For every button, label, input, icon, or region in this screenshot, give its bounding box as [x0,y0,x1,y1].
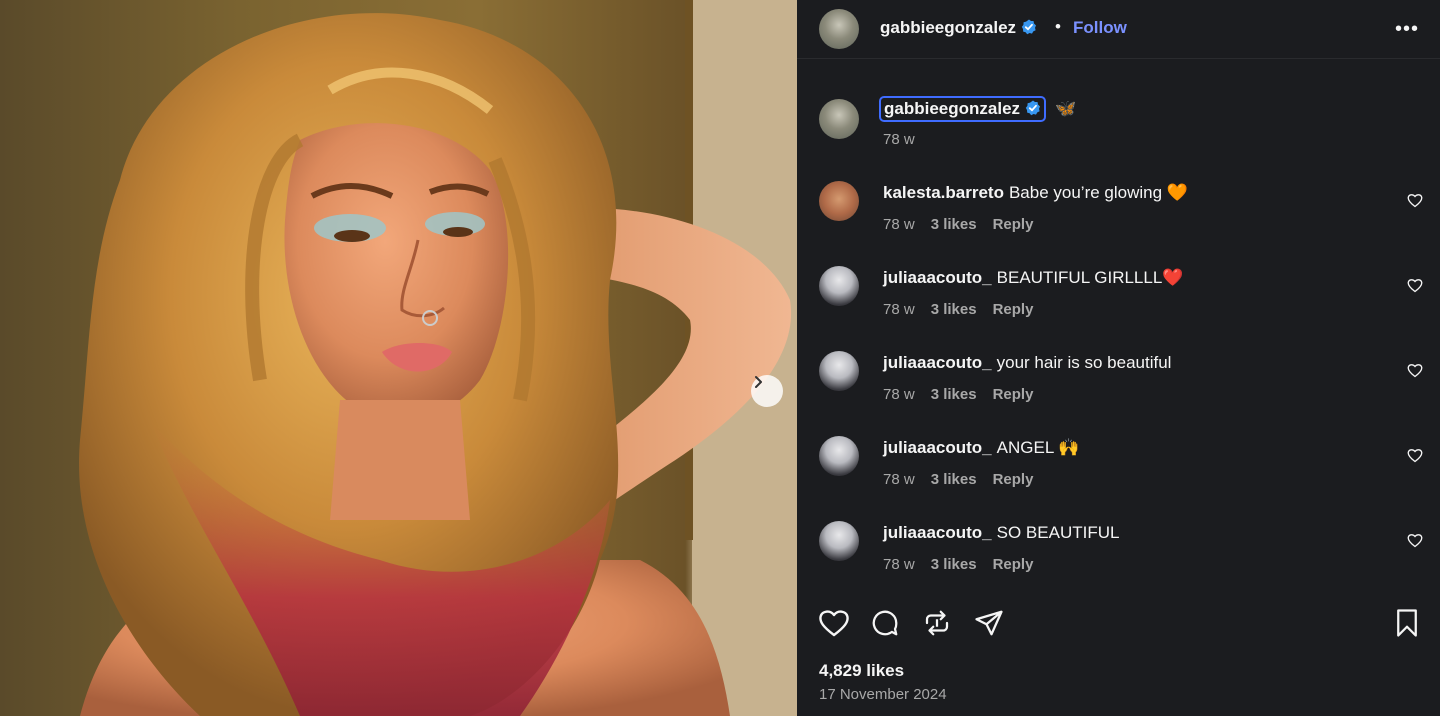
likes-count[interactable]: 4,829 likes [819,661,904,681]
comment-item: juliaaacouto_ SO BEAUTIFUL [883,523,1119,543]
comment-meta: 78 w 3 likes Reply [883,556,1049,573]
comment-avatar[interactable] [819,351,859,391]
comment-item: juliaaacouto_ BEAUTIFUL GIRLLLL❤️ [883,268,1183,288]
comment-body: your hair is so beautiful [996,353,1172,372]
comment-username[interactable]: juliaaacouto_ [883,523,992,542]
comment-body: SO BEAUTIFUL [996,523,1120,542]
comment-avatar[interactable] [819,266,859,306]
reply-button[interactable]: Reply [993,471,1034,488]
follow-button[interactable]: Follow [1073,18,1127,38]
action-bar [797,600,1440,640]
comment-username[interactable]: juliaaacouto_ [883,268,992,287]
post-photo[interactable] [0,0,797,716]
reply-button[interactable]: Reply [993,556,1034,573]
comment-likes[interactable]: 3 likes [931,386,977,403]
bookmark-icon[interactable] [1394,608,1420,638]
comment-likes[interactable]: 3 likes [931,216,977,233]
comment-username[interactable]: kalesta.barreto [883,183,1004,202]
separator-dot: • [1055,17,1061,36]
heart-icon[interactable] [818,608,850,638]
reply-button[interactable]: Reply [993,386,1034,403]
comment-username[interactable]: juliaaacouto_ [883,438,992,457]
author-username[interactable]: gabbieegonzalez [880,18,1037,38]
comment-like-icon[interactable] [1407,363,1423,378]
chevron-right-icon [755,376,762,388]
comment-age: 78 w [883,301,915,318]
comment-item: kalesta.barreto Babe you’re glowing 🧡 [883,183,1188,203]
caption-username-text: gabbieegonzalez [884,99,1021,118]
comment-age: 78 w [883,471,915,488]
more-options-icon[interactable]: ••• [1395,18,1419,41]
caption-avatar[interactable] [819,99,859,139]
avatar[interactable] [819,9,859,49]
comment-age: 78 w [883,216,915,233]
post-sidebar: gabbieegonzalez • Follow ••• gabbieegonz… [797,0,1440,716]
comment-avatar[interactable] [819,181,859,221]
comment-body: Babe you’re glowing 🧡 [1008,183,1188,202]
comment-body: BEAUTIFUL GIRLLLL❤️ [996,268,1184,287]
repost-icon[interactable] [922,608,952,638]
verified-badge-icon [1025,100,1041,116]
comment-age: 78 w [883,386,915,403]
comment-like-icon[interactable] [1407,193,1423,208]
caption-username[interactable]: gabbieegonzalez [878,96,1047,122]
comment-item: juliaaacouto_ your hair is so beautiful [883,353,1171,373]
comment-username[interactable]: juliaaacouto_ [883,353,992,372]
portrait-illustration [79,0,797,716]
reply-button[interactable]: Reply [993,301,1034,318]
caption-timestamp: 78 w [883,131,915,148]
comment-meta: 78 w 3 likes Reply [883,471,1049,488]
comment-avatar[interactable] [819,521,859,561]
comment-avatar[interactable] [819,436,859,476]
share-icon[interactable] [974,608,1004,638]
next-image-button[interactable] [751,375,783,407]
comment-meta: 78 w 3 likes Reply [883,216,1049,233]
comment-like-icon[interactable] [1407,278,1423,293]
comment-likes[interactable]: 3 likes [931,471,977,488]
comment-body: ANGEL 🙌 [996,438,1080,457]
post-header: gabbieegonzalez • Follow ••• [797,0,1440,59]
post-date: 17 November 2024 [819,686,947,703]
comment-age: 78 w [883,556,915,573]
comment-like-icon[interactable] [1407,533,1423,548]
caption-emoji: 🦋 [1055,99,1077,118]
comment-icon[interactable] [870,608,900,638]
reply-button[interactable]: Reply [993,216,1034,233]
verified-badge-icon [1021,19,1037,35]
comment-like-icon[interactable] [1407,448,1423,463]
comment-item: juliaaacouto_ ANGEL 🙌 [883,438,1080,458]
comment-likes[interactable]: 3 likes [931,556,977,573]
comment-meta: 78 w 3 likes Reply [883,386,1049,403]
comment-meta: 78 w 3 likes Reply [883,301,1049,318]
author-username-text: gabbieegonzalez [880,18,1017,37]
comment-likes[interactable]: 3 likes [931,301,977,318]
